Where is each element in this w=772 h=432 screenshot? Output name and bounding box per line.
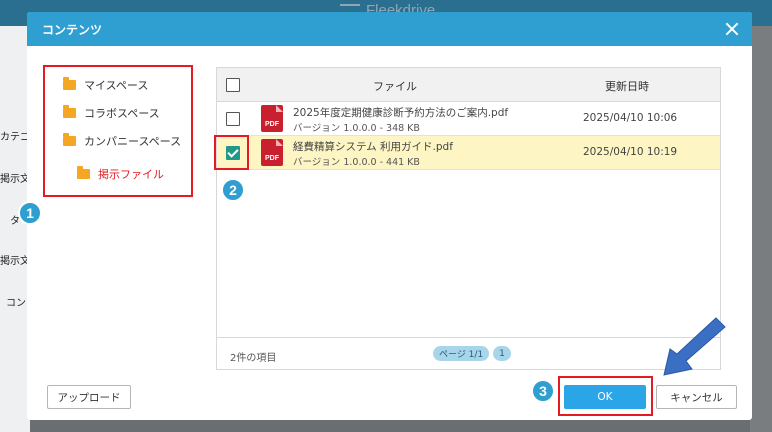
file-name[interactable]: 2025年度定期健康診断予約方法のご案内.pdf — [293, 105, 508, 120]
side-label: カテゴ — [0, 132, 30, 143]
folder-icon — [77, 166, 90, 179]
page-number-button[interactable]: 1 — [493, 346, 511, 361]
step-badge-2: 2 — [221, 178, 245, 202]
side-label: 掲示文 — [0, 256, 30, 267]
item-count: 2件の項目 — [230, 353, 277, 364]
tree-item-label: コラボスペース — [84, 107, 160, 120]
tree-item-collab-space[interactable]: コラボスペース — [63, 105, 160, 121]
file-meta: バージョン 1.0.0.0 - 441 KB — [293, 157, 420, 168]
folder-tree: マイスペース コラボスペース カンパニースペース 掲示ファイル — [43, 65, 193, 197]
tree-item-label: マイスペース — [84, 79, 149, 92]
pdf-icon: PDF — [261, 105, 283, 132]
side-strip-right — [750, 26, 772, 432]
pdf-icon-label: PDF — [265, 155, 279, 162]
pdf-icon: PDF — [261, 139, 283, 166]
dialog-title: コンテンツ — [42, 23, 103, 37]
checkbox-highlight — [214, 135, 249, 170]
side-label: 掲示文 — [0, 174, 30, 185]
folder-icon — [63, 105, 76, 118]
cancel-button[interactable]: キャンセル — [656, 385, 737, 409]
column-header-date: 更新日時 — [605, 80, 649, 93]
file-date: 2025/04/10 10:19 — [583, 146, 678, 158]
tree-item-label: 掲示ファイル — [98, 168, 164, 181]
tree-item-my-space[interactable]: マイスペース — [63, 77, 148, 93]
dialog-header: コンテンツ — [27, 12, 752, 46]
table-header: ファイル 更新日時 — [217, 68, 720, 102]
close-icon[interactable] — [722, 19, 742, 39]
file-name[interactable]: 経費精算システム 利用ガイド.pdf — [293, 139, 453, 154]
tree-item-label: カンパニースペース — [84, 135, 182, 148]
side-label: コン — [6, 298, 26, 309]
select-all-checkbox[interactable] — [226, 78, 240, 92]
folder-icon — [63, 77, 76, 90]
upload-button[interactable]: アップロード — [47, 385, 131, 409]
row-checkbox[interactable] — [226, 112, 240, 126]
pdf-icon-label: PDF — [265, 121, 279, 128]
file-date: 2025/04/10 10:06 — [583, 112, 678, 124]
column-header-file: ファイル — [373, 80, 417, 93]
page-indicator: ページ 1/1 — [433, 346, 490, 361]
pointer-arrow-icon — [663, 317, 726, 376]
side-strip — [0, 26, 30, 432]
step-badge-3: 3 — [531, 379, 555, 403]
tree-item-bulletin-files[interactable]: 掲示ファイル — [77, 166, 164, 182]
step-badge-1: 1 — [18, 201, 42, 225]
file-meta: バージョン 1.0.0.0 - 348 KB — [293, 123, 420, 134]
table-row[interactable]: PDF 経費精算システム 利用ガイド.pdf バージョン 1.0.0.0 - 4… — [217, 136, 720, 170]
table-row[interactable]: PDF 2025年度定期健康診断予約方法のご案内.pdf バージョン 1.0.0… — [217, 102, 720, 136]
folder-icon — [63, 133, 76, 146]
tree-item-company-space[interactable]: カンパニースペース — [63, 133, 181, 149]
